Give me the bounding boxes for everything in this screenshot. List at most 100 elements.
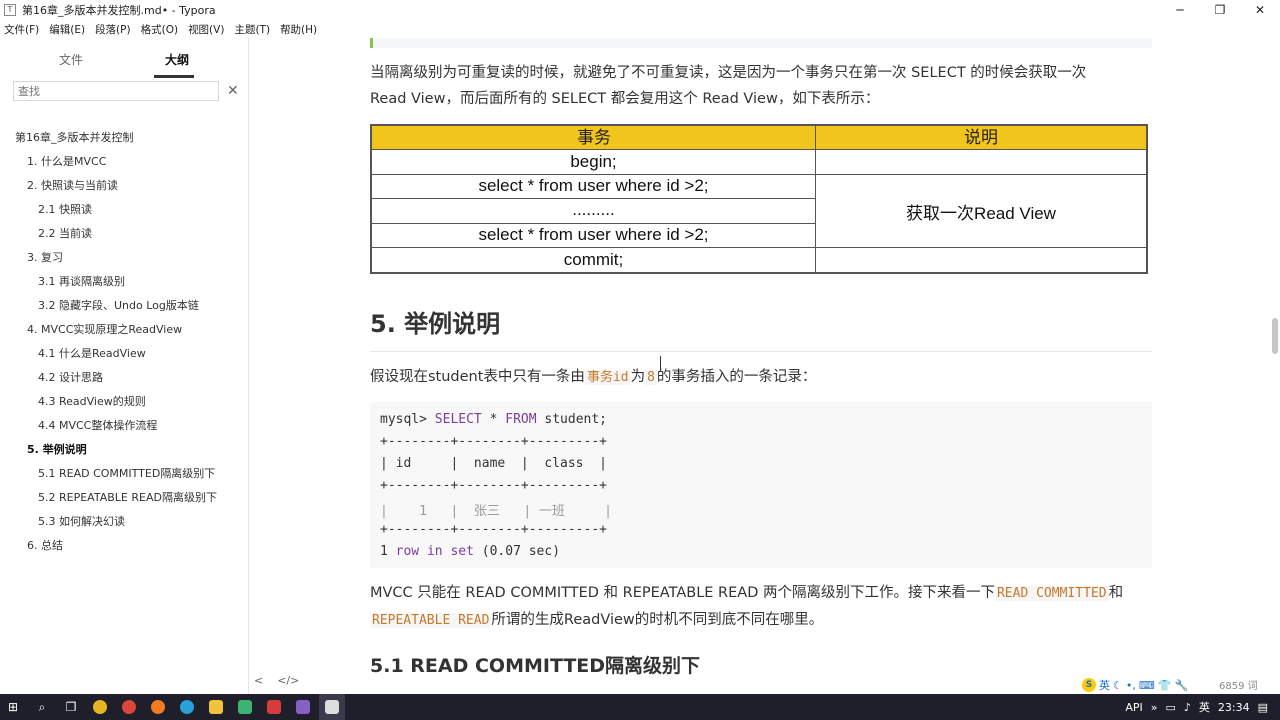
outline-item[interactable]: 3. 复习: [0, 246, 249, 270]
word-count[interactable]: 6859 词: [1219, 677, 1258, 692]
green-app-icon[interactable]: [232, 694, 258, 720]
task-view-icon[interactable]: ❐: [58, 694, 84, 720]
close-button[interactable]: ✕: [1240, 0, 1280, 20]
editor[interactable]: 当隔离级别为可重复读的时候，就避免了不可重复读，这是因为一个事务只在第一次 SE…: [250, 38, 1268, 694]
ime-logo-icon[interactable]: S: [1082, 678, 1096, 692]
outline-item[interactable]: 5.1 READ COMMITTED隔离级别下: [0, 462, 249, 486]
typora-icon[interactable]: [319, 694, 345, 720]
menu-paragraph[interactable]: 段落(P): [95, 22, 131, 37]
code-line: +--------+--------+---------+: [380, 434, 607, 449]
chrome-icon[interactable]: [87, 694, 113, 720]
outline-item[interactable]: 4.1 什么是ReadView: [0, 342, 249, 366]
taskbar: ⊞ ⌕ ❐ API » ▭ ♪ 英 23:34 ▤: [0, 694, 1280, 720]
outline-item[interactable]: 4.4 MVCC整体操作流程: [0, 414, 249, 438]
menu-view[interactable]: 视图(V): [188, 22, 224, 37]
outline-item[interactable]: 2.1 快照读: [0, 198, 249, 222]
edge-icon[interactable]: [174, 694, 200, 720]
red-app-icon[interactable]: [261, 694, 287, 720]
search-input[interactable]: [13, 81, 219, 101]
menu-theme[interactable]: 主题(T): [234, 22, 270, 37]
code-line: mysql> SELECT * FROM student;: [380, 412, 607, 427]
tab-outline[interactable]: 大纲: [124, 38, 230, 78]
paragraph-text: 的事务插入的一条记录：: [656, 369, 817, 385]
window-title: 第16章_多版本并发控制.md• - Typora: [22, 4, 216, 17]
skin-icon[interactable]: 👕: [1158, 679, 1172, 692]
table-divider: [372, 198, 815, 199]
outline-item[interactable]: 4. MVCC实现原理之ReadView: [0, 318, 249, 342]
heading-h2: 5. 举例说明: [370, 310, 501, 338]
outline-item[interactable]: 1. 什么是MVCC: [0, 150, 249, 174]
chrome-icon[interactable]: [116, 694, 142, 720]
outline-item[interactable]: 5.3 如何解决幻读: [0, 510, 249, 534]
sidebar: 文件 大纲 ✕ 第16章_多版本并发控制 1. 什么是MVCC 2. 快照读与当…: [0, 38, 249, 694]
outline-item[interactable]: 2. 快照读与当前读: [0, 174, 249, 198]
moon-icon[interactable]: ☾: [1113, 679, 1123, 692]
outline-item[interactable]: 5.2 REPEATABLE READ隔离级别下: [0, 486, 249, 510]
tab-files[interactable]: 文件: [18, 38, 124, 78]
visual-studio-icon[interactable]: [290, 694, 316, 720]
close-icon[interactable]: ✕: [227, 83, 239, 99]
ime-lang[interactable]: 英: [1099, 677, 1110, 693]
title-bar: T 第16章_多版本并发控制.md• - Typora ─ ❐ ✕: [0, 0, 1280, 20]
code-token: (0.07 sec): [473, 544, 561, 559]
network-icon[interactable]: ▭: [1165, 701, 1175, 714]
outline-item[interactable]: 3.2 隐藏字段、Undo Log版本链: [0, 294, 249, 318]
paragraph-line: REPEATABLE READ 所谓的生成ReadView的时机不同到底不同在哪里…: [370, 607, 1150, 634]
table-cell: .........: [572, 200, 615, 219]
inline-code: REPEATABLE READ: [370, 613, 492, 628]
outline-item[interactable]: 第16章_多版本并发控制: [0, 126, 249, 150]
menu-help[interactable]: 帮助(H): [280, 22, 317, 37]
windows-start-icon[interactable]: ⊞: [0, 694, 26, 720]
outline-item[interactable]: 4.3 ReadView的规则: [0, 390, 249, 414]
paragraph-line: Read View，而后面所有的 SELECT 都会复用这个 Read View…: [370, 91, 880, 107]
heading-h3: 5.1 READ COMMITTED隔离级别下: [370, 655, 701, 677]
code-block[interactable]: mysql> SELECT * FROM student; +--------+…: [370, 402, 1152, 568]
outline-item-active[interactable]: 5. 举例说明: [0, 438, 249, 462]
code-block-edge: [370, 38, 1152, 48]
code-line: +--------+--------+---------+: [380, 478, 607, 493]
ime-lang-indicator[interactable]: 英: [1199, 699, 1210, 715]
paragraph-text: 为: [630, 369, 646, 385]
code-token: *: [481, 412, 506, 427]
tools-icon[interactable]: 🔧: [1174, 679, 1188, 692]
volume-icon[interactable]: ♪: [1184, 701, 1191, 714]
outline-item[interactable]: 4.2 设计思路: [0, 366, 249, 390]
keyboard-icon[interactable]: ⌨: [1139, 679, 1155, 692]
outline-item[interactable]: 2.2 当前读: [0, 222, 249, 246]
outline-item[interactable]: 6. 总结: [0, 534, 249, 558]
outline-item[interactable]: 3.1 再谈隔离级别: [0, 270, 249, 294]
table-header-transaction: 事务: [372, 126, 816, 150]
scrollbar-thumb[interactable]: [1272, 318, 1278, 354]
table-divider: [372, 174, 1146, 175]
ime-toolbar: S 英 ☾ •, ⌨ 👕 🔧: [1082, 676, 1202, 694]
outline-search: ✕: [13, 80, 241, 102]
file-explorer-icon[interactable]: [203, 694, 229, 720]
menu-file[interactable]: 文件(F): [4, 22, 39, 37]
paragraph-text: 和: [1108, 585, 1124, 601]
paragraph-text: 假设现在student表中只有一条由: [370, 369, 585, 385]
code-keyword: FROM: [505, 412, 537, 427]
transaction-table-image: 事务 说明 begin; select * from user where id…: [370, 124, 1148, 274]
text-cursor: [660, 356, 661, 370]
paragraph: 当隔离级别为可重复读的时候，就避免了不可重复读，这是因为一个事务只在第一次 SE…: [370, 60, 1150, 112]
minimize-button[interactable]: ─: [1160, 0, 1200, 20]
tray-chevron-icon[interactable]: »: [1151, 701, 1158, 714]
firefox-icon[interactable]: [145, 694, 171, 720]
table-merged-note: 获取一次Read View: [906, 204, 1056, 223]
paragraph: 假设现在student表中只有一条由 事务id 为 8 的事务插入的一条记录：: [370, 364, 1150, 391]
table-divider: [372, 223, 815, 224]
search-icon[interactable]: ⌕: [29, 694, 55, 720]
maximize-button[interactable]: ❐: [1200, 0, 1240, 20]
paragraph-text: 所谓的生成ReadView的时机不同到底不同在哪里。: [491, 612, 824, 628]
clock[interactable]: 23:34: [1218, 701, 1250, 714]
system-tray: API » ▭ ♪ 英 23:34 ▤: [1117, 694, 1280, 720]
typora-app-icon: T: [4, 4, 16, 16]
menu-format[interactable]: 格式(O): [141, 22, 178, 37]
notification-icon[interactable]: ▤: [1258, 701, 1268, 714]
api-label[interactable]: API: [1125, 701, 1142, 714]
paragraph: MVCC 只能在 READ COMMITTED 和 REPEATABLE REA…: [370, 580, 1150, 634]
menu-edit[interactable]: 编辑(E): [49, 22, 85, 37]
paragraph-text: MVCC 只能在 READ COMMITTED 和 REPEATABLE REA…: [370, 585, 995, 601]
punctuation-icon[interactable]: •,: [1126, 679, 1136, 692]
heading-rule: [370, 351, 1152, 352]
